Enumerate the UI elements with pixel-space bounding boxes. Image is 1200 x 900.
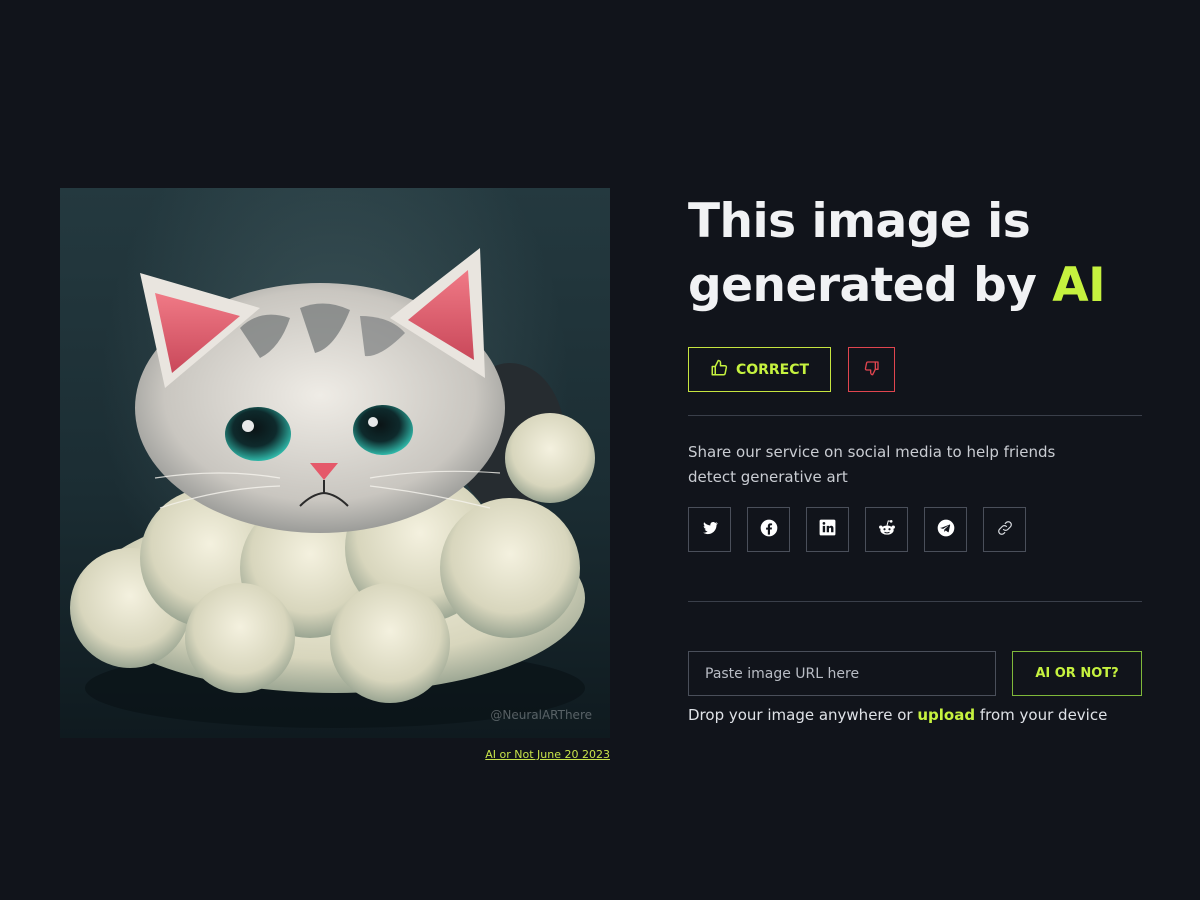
- drop-text-suffix: from your device: [975, 706, 1108, 724]
- correct-button[interactable]: CORRECT: [688, 347, 831, 392]
- verdict-line-2-prefix: generated by: [688, 258, 1053, 313]
- share-text: Share our service on social media to hel…: [688, 443, 1056, 486]
- correct-button-label: CORRECT: [735, 361, 810, 378]
- verdict-heading: This image is generated by AI: [688, 190, 1168, 318]
- image-url-input[interactable]: [688, 651, 996, 696]
- share-facebook-button[interactable]: [747, 507, 790, 552]
- image-watermark: @NeuralARThere: [490, 708, 592, 722]
- facebook-icon: [759, 518, 779, 542]
- thumbs-up-icon: [710, 359, 728, 381]
- share-reddit-button[interactable]: [865, 507, 908, 552]
- telegram-icon: [936, 518, 956, 542]
- verdict-line-1: This image is: [688, 194, 1031, 249]
- thumbs-down-icon: [864, 360, 880, 379]
- verdict-ai-highlight: AI: [1052, 258, 1106, 313]
- twitter-icon: [701, 519, 719, 541]
- share-telegram-button[interactable]: [924, 507, 967, 552]
- share-linkedin-button[interactable]: [806, 507, 849, 552]
- divider: [688, 415, 1142, 416]
- social-share-row: [688, 507, 1026, 552]
- linkedin-icon: [818, 518, 837, 541]
- ai-or-not-button[interactable]: AI OR NOT?: [1012, 651, 1142, 696]
- upload-link[interactable]: upload: [917, 706, 975, 724]
- reddit-icon: [877, 518, 897, 542]
- share-twitter-button[interactable]: [688, 507, 731, 552]
- drop-instructions: Drop your image anywhere or upload from …: [688, 706, 1158, 724]
- drop-text-prefix: Drop your image anywhere or: [688, 706, 918, 724]
- cat-in-cloud-illustration: [70, 248, 595, 728]
- generated-image: @NeuralARThere: [60, 188, 610, 738]
- image-date-link[interactable]: AI or Not June 20 2023: [440, 748, 610, 761]
- divider: [688, 601, 1142, 602]
- link-icon: [996, 519, 1014, 541]
- copy-link-button[interactable]: [983, 507, 1026, 552]
- incorrect-button[interactable]: [848, 347, 895, 392]
